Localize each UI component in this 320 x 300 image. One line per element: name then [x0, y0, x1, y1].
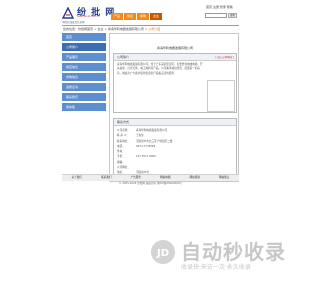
intro-text: 青海华利电器发展有限公司，位于广东深圳宝安区，主要经营电线电缆、开关插座、灯具灯… [117, 63, 203, 75]
sidebar-item-purchase[interactable]: 求购信息 [62, 73, 106, 81]
footer-link[interactable]: 联系我们 [101, 175, 111, 181]
sidebar-item-home[interactable]: 首页 [62, 33, 106, 41]
nav-item-supply[interactable]: 供应 [124, 13, 136, 20]
contact-box: 联系方式 公司名称： 青海华利电器发展有限公司 联 系 人： 王先生 联系地址： 河南… [113, 118, 237, 180]
search-button[interactable]: 搜索 [228, 13, 237, 18]
site-logo-url: www.fenpi.com.cn [77, 15, 100, 18]
nav-item-companies[interactable]: 企业 [150, 13, 162, 20]
sidebar-item-supply[interactable]: 供应信息 [62, 63, 106, 71]
search-bar: 搜索 [205, 13, 237, 18]
enter-site-link[interactable]: [ 进入公司网站 ] [215, 55, 234, 59]
footer-link[interactable]: 广告服务 [131, 175, 141, 181]
watermark-logo-icon: JD [151, 240, 175, 264]
sidebar-item-intro[interactable]: 公司简介 [62, 43, 106, 51]
sidebar-item-products[interactable]: 产品展示 [62, 53, 106, 61]
watermark-title: 自动秒收录 [181, 240, 286, 264]
sidebar-item-certificates[interactable]: 资质证书 [62, 83, 106, 91]
nav-item-products[interactable]: 产品 [111, 13, 123, 20]
company-image [207, 80, 235, 112]
watermark: JD 自动秒收录 收录快·来访一次·永久收录 [150, 234, 290, 274]
footer-link[interactable]: 网站地图 [160, 175, 170, 181]
footer-link[interactable]: 关于我们 [72, 175, 82, 181]
header-divider [62, 25, 239, 26]
footer-link[interactable]: 网站帮助 [190, 175, 200, 181]
intro-header-label: 公司简介 [117, 55, 130, 59]
copyright: © 2005-2024 纷批网 版权所有 豫ICP备05000000号 [118, 182, 183, 185]
top-links[interactable]: 首页 注册 登录 帮助 [206, 5, 233, 9]
sidebar-item-contact[interactable]: 联系我们 [62, 93, 106, 101]
contact-header-label: 联系方式 [117, 120, 130, 124]
svg-text:JD: JD [156, 248, 169, 259]
footer-links: 关于我们 联系我们 广告服务 网站地图 网站帮助 网站留言 [62, 174, 239, 181]
breadcrumb-path[interactable]: 您的位置：纷批网首页 > 企业 > 青海华利电器发展有限公司 > [63, 27, 147, 31]
watermark-subtitle: 收录快·来访一次·永久收录 [181, 264, 251, 271]
main-nav: 产品 供应 求购 企业 [111, 13, 162, 20]
search-input[interactable] [205, 13, 227, 18]
site-logo-icon[interactable] [62, 7, 74, 19]
sidebar-item-guestbook[interactable]: 留言板 [62, 103, 106, 111]
company-title: 青海华利电器发展有限公司 [156, 46, 193, 50]
breadcrumb: 您的位置：纷批网首页 > 企业 > 青海华利电器发展有限公司 > 公司介绍 [63, 27, 160, 31]
footer-link[interactable]: 网站留言 [219, 175, 229, 181]
sidebar: 首页 公司简介 产品展示 供应信息 求购信息 资质证书 联系我们 留言板 [62, 33, 106, 113]
breadcrumb-current: 公司介绍 [148, 27, 161, 31]
intro-box: 公司简介 [ 进入公司网站 ] 青海华利电器发展有限公司，位于广东深圳宝安区，主… [113, 53, 237, 113]
contact-box-header: 联系方式 [114, 119, 236, 126]
main-panel: 青海华利电器发展有限公司 公司简介 [ 进入公司网站 ] 青海华利电器发展有限公… [109, 33, 239, 182]
nav-item-purchase[interactable]: 求购 [137, 13, 149, 20]
